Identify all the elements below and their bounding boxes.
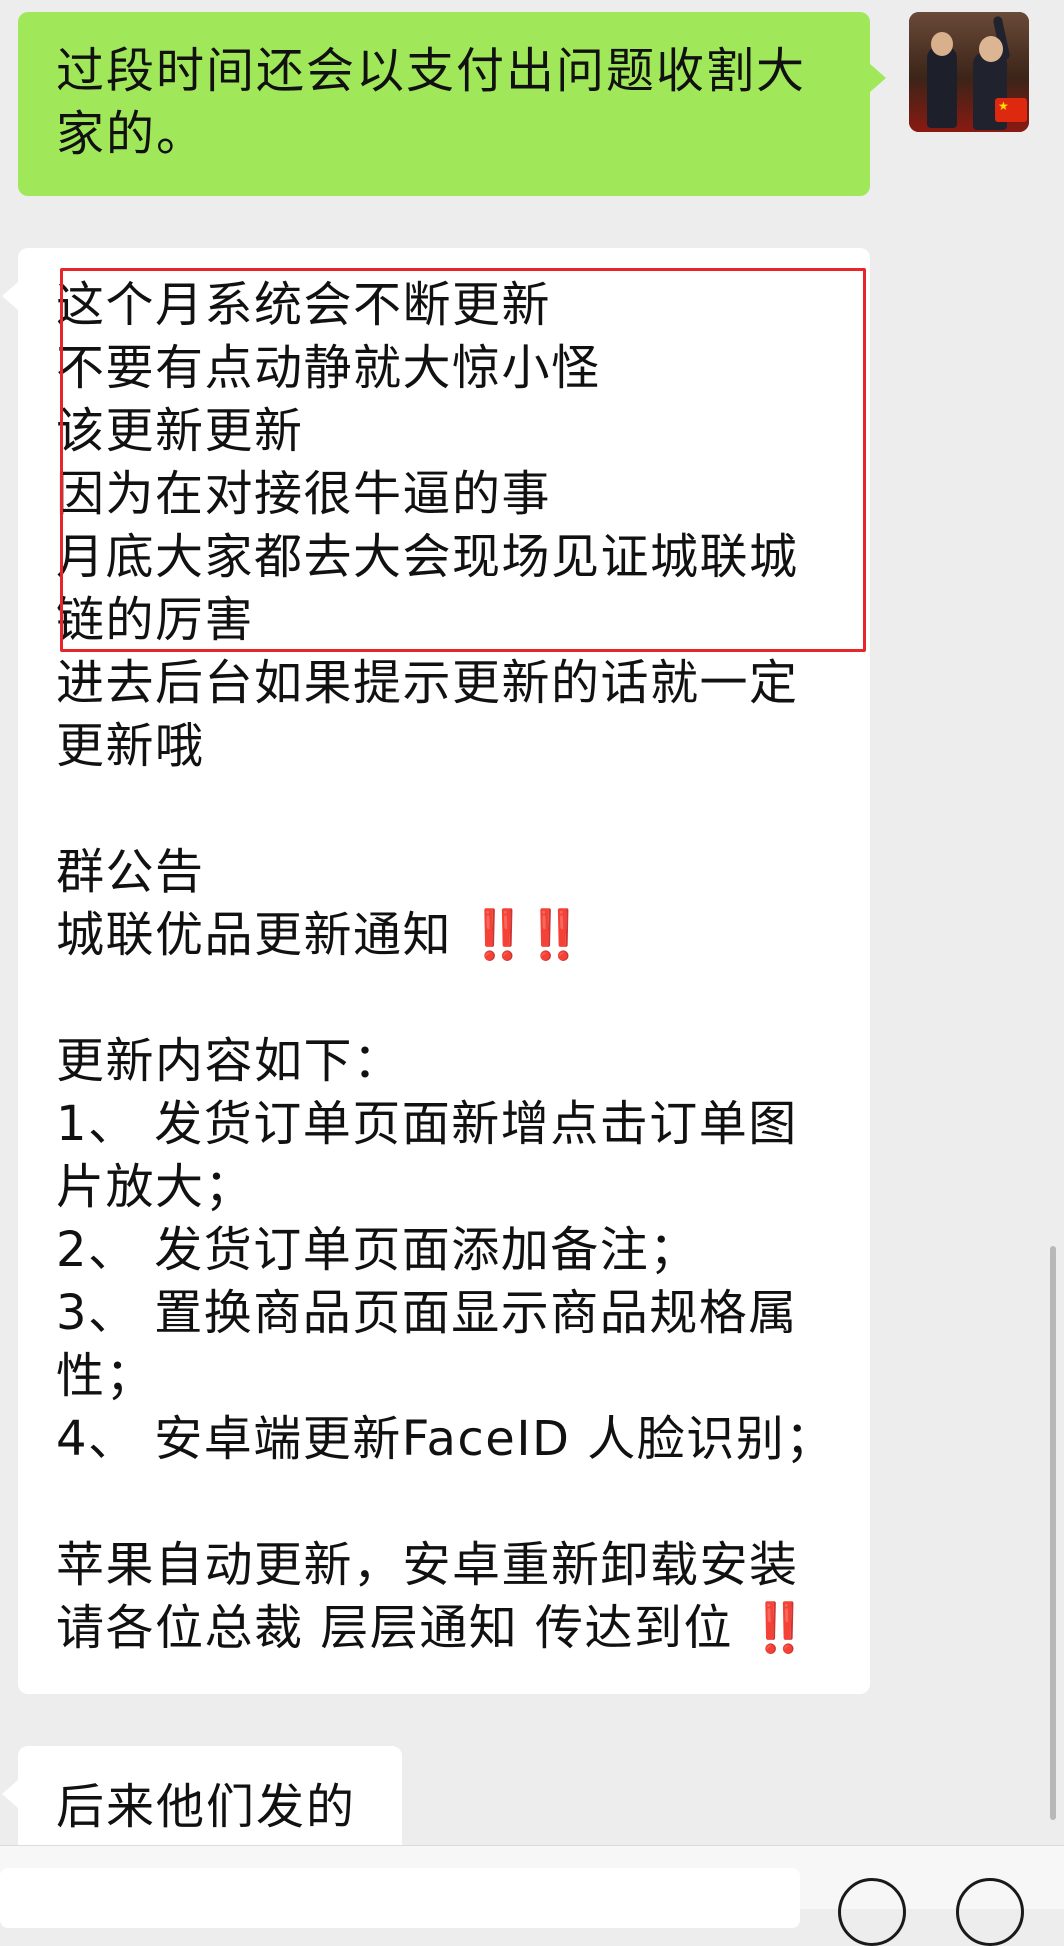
message-text-line: 后来他们发的 (56, 1779, 357, 1835)
message-text-line: 过段时间还会以支付出问题收割大 (56, 43, 807, 99)
update-item-line: 3、 置换商品页面显示商品规格属 (56, 1285, 798, 1341)
update-item-line: 1、 发货订单页面新增点击订单图 (56, 1096, 798, 1152)
double-exclamation-icon: ‼️ (749, 1600, 810, 1656)
avatar-figure-left-head (931, 32, 953, 56)
update-item-line: 4、 安卓端更新FaceID 人脸识别； (56, 1411, 835, 1467)
announcement-title: 群公告 (56, 844, 205, 900)
bubble-tail (2, 1780, 18, 1808)
emoji-icon[interactable] (838, 1878, 906, 1946)
update-item-line: 性； (56, 1348, 156, 1404)
chat-input-bar (0, 1845, 1064, 1946)
message-text-line: 家的。 (56, 106, 207, 162)
outgoing-message-bubble[interactable]: 过段时间还会以支付出问题收割大 家的。 (18, 12, 886, 196)
message-text-line: 进去后台如果提示更新的话就一定 (56, 655, 799, 711)
bubble-tail (870, 64, 886, 92)
add-attachment-icon[interactable] (956, 1878, 1024, 1946)
announcement-heading-line: 城联优品更新通知 ‼️‼️ (56, 904, 840, 967)
footer-text: 请各位总裁 层层通知 传达到位 (56, 1600, 734, 1656)
update-item-line: 片放大； (56, 1159, 255, 1215)
bubble-tail (2, 282, 18, 310)
red-highlight-annotation (60, 268, 866, 652)
double-exclamation-icon: ‼️‼️ (468, 907, 585, 963)
announcement-heading: 城联优品更新通知 (56, 907, 453, 963)
incoming-message-bubble[interactable]: 后来他们发的 (2, 1746, 402, 1845)
scrollbar[interactable] (1050, 1246, 1056, 1820)
china-flag-icon: ★ (995, 98, 1027, 122)
update-item-line: 2、 发货订单页面添加备注； (56, 1222, 699, 1278)
chat-area[interactable]: 过段时间还会以支付出问题收割大 家的。 ★ 这个月系统会不断更新 不要有点动静就… (0, 0, 1064, 1845)
footer-line: 请各位总裁 层层通知 传达到位 ‼️ (56, 1597, 840, 1660)
message-input[interactable] (0, 1868, 800, 1928)
footer-line: 苹果自动更新，安卓重新卸载安装 (56, 1537, 799, 1593)
content-intro: 更新内容如下： (56, 1033, 403, 1089)
avatar-figure-right-head (979, 36, 1003, 62)
avatar-figure-left (927, 46, 957, 128)
user-avatar[interactable]: ★ (909, 12, 1029, 132)
message-text-line: 更新哦 (56, 718, 205, 774)
